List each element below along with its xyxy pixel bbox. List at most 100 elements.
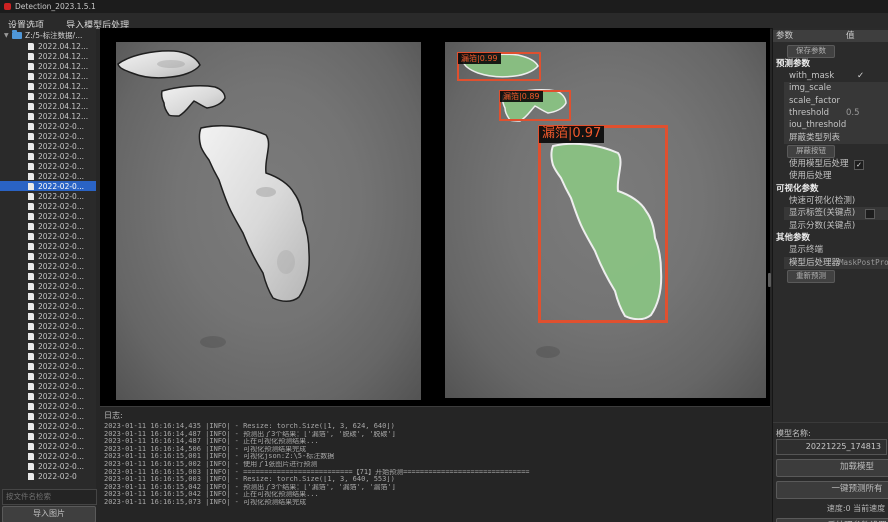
checkbox-checked-icon[interactable]: ✓ [854, 160, 864, 170]
tree-item-label: 2022-02-0... [38, 282, 84, 291]
detection-label: 漏箔|0.89 [500, 91, 543, 102]
file-icon [28, 373, 34, 380]
file-icon [28, 473, 34, 480]
tree-item[interactable]: 2022-02-0... [0, 361, 96, 371]
tree-item[interactable]: 2022-02-0... [0, 161, 96, 171]
tree-item[interactable]: 2022-02-0... [0, 131, 96, 141]
tree-item[interactable]: 2022.04.12... [0, 111, 96, 121]
tree-item[interactable]: 2022-02-0... [0, 401, 96, 411]
tree-item[interactable]: 2022-02-0... [0, 391, 96, 401]
tree-item-label: 2022-02-0... [38, 242, 84, 251]
tree-item[interactable]: 2022.04.12... [0, 51, 96, 61]
param-label: 显示分数(关键点) [789, 220, 855, 232]
tree-root[interactable]: ▼ Z:/5-标注数据/... [0, 30, 96, 41]
tree-item[interactable]: 2022-02-0... [0, 461, 96, 471]
log-line: 2023-01-11 16:16:15,002 |INFO| - 使用了1张图片… [100, 461, 770, 469]
param-action-button[interactable]: 重新预测 [787, 270, 835, 283]
import-image-button[interactable]: 导入图片 [2, 506, 96, 522]
prediction-image[interactable]: 漏箔|0.99漏箔|0.89漏箔|0.97 [445, 42, 766, 398]
tree-item[interactable]: 2022-02-0... [0, 341, 96, 351]
tree-item[interactable]: 2022-02-0... [0, 211, 96, 221]
tree-item[interactable]: 2022.04.12... [0, 81, 96, 91]
detection-label: 漏箔|0.99 [458, 53, 501, 64]
load-model-button[interactable]: 加载模型 [776, 459, 888, 477]
predict-all-button[interactable]: 一键预测所有 [776, 481, 888, 499]
tree-item[interactable]: 2022-02-0... [0, 141, 96, 151]
tree-item[interactable]: 2022-02-0... [0, 411, 96, 421]
tree-item[interactable]: 2022-02-0... [0, 271, 96, 281]
param-row[interactable]: threshold0.5 [784, 107, 888, 119]
blob-large [200, 126, 310, 301]
param-row[interactable]: 屏蔽类型列表 [784, 132, 888, 144]
param-row[interactable]: scale_factor [784, 95, 888, 107]
file-icon [28, 343, 34, 350]
log-line: 2023-01-11 16:16:14,487 |INFO| - 预测出了3个结… [100, 431, 770, 439]
tree-item[interactable]: 2022-02-0... [0, 191, 96, 201]
tree-item[interactable]: 2022-02-0... [0, 281, 96, 291]
tree-item[interactable]: 2022-02-0... [0, 351, 96, 361]
tree-item[interactable]: 2022-02-0... [0, 231, 96, 241]
filename-search-input[interactable]: 按文件名检索 [2, 489, 97, 505]
tree-item[interactable]: 2022.04.12... [0, 61, 96, 71]
tree-item[interactable]: 2022-02-0... [0, 251, 96, 261]
param-row[interactable]: img_scale [784, 82, 888, 94]
param-action-button[interactable]: 屏蔽按钮 [787, 145, 835, 158]
tree-item-label: 2022-02-0... [38, 192, 84, 201]
model-name-label: 模型名称: [776, 428, 811, 439]
file-icon [28, 313, 34, 320]
model-footer: 模型名称: 20221225_174813 加载模型 一键预测所有 速度:0 当… [773, 422, 888, 522]
file-icon [28, 213, 34, 220]
file-icon [28, 393, 34, 400]
tree-item[interactable]: 2022-02-0... [0, 371, 96, 381]
original-image[interactable] [116, 42, 421, 400]
tree-item[interactable]: 2022-02-0... [0, 121, 96, 131]
param-section: 其他参数 [773, 232, 888, 244]
tree-item[interactable]: 2022-02-0... [0, 261, 96, 271]
param-row[interactable]: 模型后处理器MaskPostPro [784, 257, 888, 269]
tree-item[interactable]: 2022.04.12... [0, 71, 96, 81]
model-name-field[interactable]: 20221225_174813 [776, 439, 887, 455]
tree-item[interactable]: 2022-02-0... [0, 171, 96, 181]
tree-item[interactable]: 2022-02-0... [0, 421, 96, 431]
tree-item[interactable]: 2022.04.12... [0, 41, 96, 51]
file-icon [28, 243, 34, 250]
log-panel[interactable]: 日志: 2023-01-11 16:16:14,435 |INFO| - Res… [100, 406, 770, 522]
postprocess-params-button[interactable]: 后处理参数设置 [776, 518, 888, 522]
tree-item[interactable]: 2022-02-0... [0, 291, 96, 301]
file-icon [28, 163, 34, 170]
tree-item[interactable]: 2022-02-0 [0, 471, 96, 481]
param-label: 模型后处理器 [789, 257, 840, 269]
tree-item[interactable]: 2022-02-0... [0, 451, 96, 461]
tree-item[interactable]: 2022-02-0... [0, 151, 96, 161]
file-icon [28, 143, 34, 150]
tree-item[interactable]: 2022-02-0... [0, 331, 96, 341]
tree-item[interactable]: 2022-02-0... [0, 321, 96, 331]
tree-item[interactable]: 2022-02-0... [0, 311, 96, 321]
param-row: 显示终端 [773, 244, 888, 256]
file-icon [28, 263, 34, 270]
params-scrollbar-thumb[interactable] [768, 273, 771, 287]
chevron-down-icon[interactable]: ▼ [4, 32, 12, 39]
file-tree: ▼ Z:/5-标注数据/... 2022.04.12...2022.04.12.… [0, 30, 96, 488]
tree-item-label: 2022.04.12... [38, 102, 88, 111]
tree-item[interactable]: 2022-02-0... [0, 301, 96, 311]
param-row: 使用模型后处理✓ [773, 158, 888, 170]
tree-item[interactable]: 2022-02-0... [0, 441, 96, 451]
file-icon [28, 403, 34, 410]
checkbox-empty-icon[interactable] [865, 209, 875, 219]
tree-item[interactable]: 2022-02-0... [0, 241, 96, 251]
tree-item[interactable]: 2022.04.12... [0, 91, 96, 101]
tree-item[interactable]: 2022-02-0... [0, 201, 96, 211]
tree-item-label: 2022-02-0 [38, 472, 77, 481]
tree-item[interactable]: 2022-02-0... [0, 221, 96, 231]
file-icon [28, 123, 34, 130]
param-action-button[interactable]: 保存参数 [787, 45, 835, 58]
tree-item[interactable]: 2022.04.12... [0, 101, 96, 111]
tree-item[interactable]: 2022-02-0... [0, 431, 96, 441]
file-icon [28, 113, 34, 120]
param-row[interactable]: 显示标签(关键点) [784, 207, 888, 219]
tree-item[interactable]: 2022-02-0... [0, 381, 96, 391]
file-icon [28, 353, 34, 360]
tree-item[interactable]: 2022-02-0... [0, 181, 96, 191]
param-row[interactable]: iou_threshold [784, 119, 888, 131]
